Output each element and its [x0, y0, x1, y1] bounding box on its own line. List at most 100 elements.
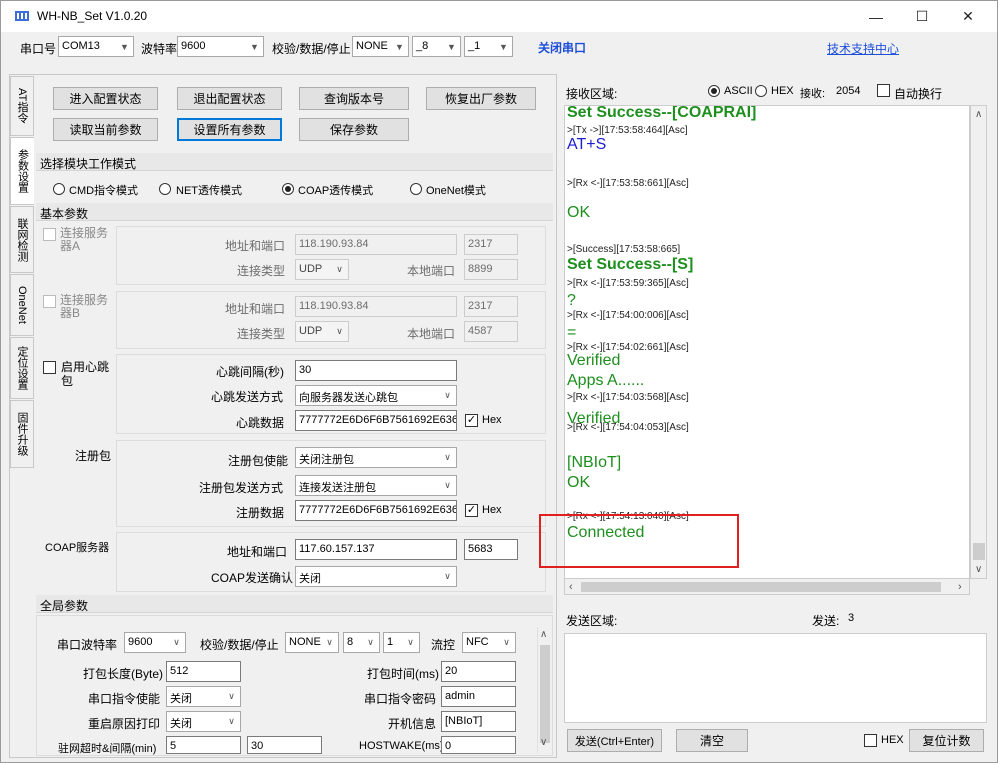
server-b-port-input[interactable]: 2317: [464, 296, 518, 317]
reset-count-button[interactable]: 复位计数: [909, 729, 984, 752]
radio-cmd-mode[interactable]: [53, 183, 65, 195]
exit-config-button[interactable]: 退出配置状态: [177, 87, 282, 110]
server-b-checkbox[interactable]: [43, 295, 56, 308]
global-databits-select[interactable]: 8 ∨: [343, 632, 380, 653]
cmd-pwd-input[interactable]: admin: [441, 686, 516, 707]
save-params-button[interactable]: 保存参数: [299, 118, 409, 141]
baud-select[interactable]: 9600 ▼: [177, 36, 264, 57]
query-version-button[interactable]: 查询版本号: [299, 87, 409, 110]
close-button[interactable]: ✕: [945, 1, 991, 32]
autowrap-label: 自动换行: [894, 87, 943, 101]
tab-param-settings[interactable]: 参数设置: [10, 137, 34, 205]
tab-location[interactable]: 定位设置: [10, 337, 34, 399]
stopbits-select[interactable]: _1 ▼: [464, 36, 513, 57]
scroll-right-icon: ›: [958, 581, 962, 593]
send-hex-checkbox[interactable]: [864, 734, 877, 747]
boot-info-input[interactable]: [NBIoT]: [441, 711, 516, 732]
coap-port-input[interactable]: 5683: [464, 539, 518, 560]
scroll-down-icon: ∨: [540, 737, 548, 748]
radio-hex[interactable]: [755, 85, 767, 97]
title-bar: WH-NB_Set V1.0.20 — ☐ ✕: [1, 1, 997, 32]
radio-net-mode[interactable]: [159, 183, 171, 195]
radio-onenet-mode[interactable]: [410, 183, 422, 195]
global-flow-select[interactable]: NFC ∨: [462, 632, 516, 653]
hostwake-input[interactable]: 0: [441, 736, 516, 754]
receive-hscroll-thumb[interactable]: [581, 582, 941, 592]
server-a-checkbox[interactable]: [43, 228, 56, 241]
server-b-addr-input[interactable]: 118.190.93.84: [295, 296, 457, 317]
server-a-type-select[interactable]: UDP ∨: [295, 259, 349, 280]
global-stopbits-select[interactable]: 1 ∨: [383, 632, 420, 653]
register-data-input[interactable]: 7777772E6D6F6B7561692E636E: [295, 500, 457, 521]
radio-coap-mode[interactable]: [282, 183, 294, 195]
global-baud-select[interactable]: 9600 ∨: [124, 632, 186, 653]
coap-confirm-select[interactable]: 关闭 ∨: [295, 566, 457, 587]
server-b-local-input[interactable]: 4587: [464, 321, 518, 342]
log-meta-line: >[Rx <-][17:54:04:053][Asc]: [567, 422, 689, 433]
radio-coap-label: COAP透传模式: [298, 185, 374, 197]
set-all-params-button[interactable]: 设置所有参数: [177, 118, 282, 141]
maximize-button[interactable]: ☐: [899, 1, 945, 32]
scroll-down-icon: ∨: [975, 564, 983, 575]
server-a-addr-input[interactable]: 118.190.93.84: [295, 234, 457, 255]
send-textarea[interactable]: [564, 633, 987, 723]
close-port-link[interactable]: 关闭串口: [538, 39, 586, 56]
net-interval-input[interactable]: 30: [247, 736, 322, 754]
maximize-icon: ☐: [915, 8, 929, 24]
enter-config-button[interactable]: 进入配置状态: [53, 87, 158, 110]
tab-firmware-upgrade[interactable]: 固件升级: [10, 400, 34, 468]
register-mode-select[interactable]: 连接发送注册包 ∨: [295, 475, 457, 496]
log-meta-line: >[Rx <-][17:53:58:661][Asc]: [567, 178, 689, 189]
receive-log[interactable]: Set Success--[COAPRAI] >[Tx ->][17:53:58:…: [564, 105, 970, 579]
server-a-port-input[interactable]: 2317: [464, 234, 518, 255]
receive-vscroll-thumb[interactable]: [973, 543, 985, 560]
global-check-label: 校验/数据/停止: [200, 638, 279, 652]
global-scrollbar[interactable]: ∧ ∨: [537, 627, 551, 753]
receive-hscroll[interactable]: ‹ ›: [564, 578, 970, 595]
heartbeat-checkbox[interactable]: [43, 361, 56, 374]
support-link[interactable]: 技术支持中心: [827, 40, 899, 57]
register-enable-select[interactable]: 关闭注册包 ∨: [295, 447, 457, 468]
chevron-down-icon: ∨: [336, 326, 343, 336]
clear-button[interactable]: 清空: [676, 729, 748, 752]
reboot-select[interactable]: 关闭 ∨: [166, 711, 241, 732]
tab-at-command[interactable]: AT指令: [10, 76, 34, 136]
cmd-enable-select[interactable]: 关闭 ∨: [166, 686, 241, 707]
read-params-button[interactable]: 读取当前参数: [53, 118, 158, 141]
chevron-down-icon: ∨: [336, 264, 343, 274]
heartbeat-data-input[interactable]: 7777772E6D6F6B7561692E636E: [295, 410, 457, 431]
parity-select[interactable]: NONE ▼: [352, 36, 409, 57]
heartbeat-interval-input[interactable]: 30: [295, 360, 457, 381]
databits-select[interactable]: _8 ▼: [412, 36, 461, 57]
log-meta-line: >[Rx <-][17:54:03:568][Asc]: [567, 392, 689, 403]
tab-onenet[interactable]: OneNet: [10, 274, 34, 336]
autowrap-checkbox[interactable]: [877, 84, 890, 97]
send-button[interactable]: 发送(Ctrl+Enter): [567, 729, 662, 752]
global-parity-select[interactable]: NONE ∨: [285, 632, 339, 653]
global-section-title: 全局参数: [36, 595, 553, 613]
factory-reset-button[interactable]: 恢复出厂参数: [426, 87, 536, 110]
minimize-button[interactable]: —: [853, 1, 899, 32]
coap-confirm-label: COAP发送确认: [211, 571, 294, 585]
send-hex-label: HEX: [881, 734, 904, 746]
radio-ascii-label: ASCII: [724, 85, 753, 97]
pack-len-input[interactable]: 512: [166, 661, 241, 682]
radio-ascii[interactable]: [708, 85, 720, 97]
register-hex-checkbox[interactable]: ✓: [465, 504, 478, 517]
scroll-thumb[interactable]: [540, 645, 550, 743]
chevron-down-icon: ▼: [250, 41, 259, 52]
server-a-local-input[interactable]: 8899: [464, 259, 518, 280]
chevron-down-icon: ∨: [407, 637, 414, 647]
receive-vscroll[interactable]: ∧ ∨: [970, 105, 987, 579]
coap-server-label: COAP服务器: [45, 542, 110, 554]
radio-net-label: NET透传模式: [176, 185, 242, 197]
net-timeout-input[interactable]: 5: [166, 736, 241, 754]
pack-time-input[interactable]: 20: [441, 661, 516, 682]
port-select[interactable]: COM13 ▼: [58, 36, 134, 57]
server-b-type-select[interactable]: UDP ∨: [295, 321, 349, 342]
highlight-box: [539, 514, 739, 568]
heartbeat-hex-checkbox[interactable]: ✓: [465, 414, 478, 427]
coap-addr-input[interactable]: 117.60.157.137: [295, 539, 457, 560]
tab-network-check[interactable]: 联网检测: [10, 206, 34, 273]
heartbeat-mode-select[interactable]: 向服务器发送心跳包 ∨: [295, 385, 457, 406]
